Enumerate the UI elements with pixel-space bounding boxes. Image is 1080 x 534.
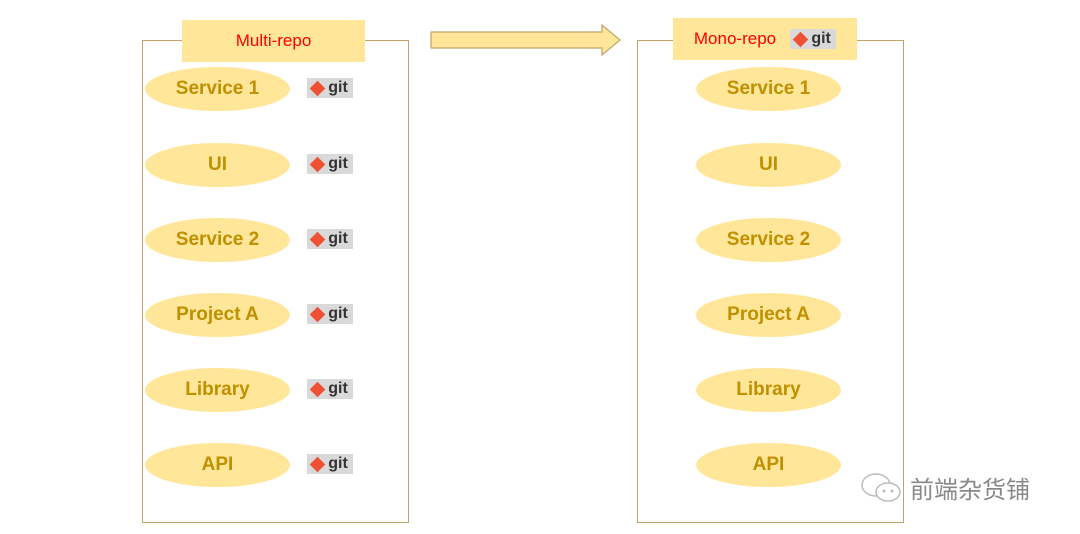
wechat-icon: [861, 472, 901, 502]
mono-repo-node: Service 1: [696, 67, 841, 111]
multi-repo-node: Service 1: [145, 67, 290, 111]
git-label: git: [328, 230, 348, 247]
node-label: UI: [759, 154, 778, 175]
node-label: UI: [208, 154, 227, 175]
node-label: Service 1: [726, 78, 811, 99]
git-label: git: [328, 305, 348, 322]
arrow-icon: [430, 24, 621, 56]
node-label: Library: [736, 379, 801, 400]
git-label: git: [328, 380, 348, 397]
node-label: Project A: [727, 304, 810, 325]
multi-repo-node: Library: [145, 368, 290, 412]
git-logo-icon: git: [307, 229, 353, 249]
mono-repo-node: API: [696, 443, 841, 487]
git-logo-icon: git: [307, 78, 353, 98]
mono-repo-node: Library: [696, 368, 841, 412]
multi-repo-label: Multi-repo: [235, 31, 312, 50]
node-label: Library: [185, 379, 250, 400]
git-logo-icon: git: [307, 304, 353, 324]
node-label: API: [201, 454, 234, 475]
git-label: git: [328, 455, 348, 472]
multi-repo-title: Multi-repo: [182, 20, 365, 62]
mono-repo-node: Service 2: [696, 218, 841, 262]
git-label: git: [328, 79, 348, 96]
mono-repo-node: Project A: [696, 293, 841, 337]
git-logo-icon: git: [307, 154, 353, 174]
node-label: Service 2: [726, 229, 811, 250]
multi-repo-node: UI: [145, 143, 290, 187]
mono-repo-title: Mono-repo git: [673, 18, 857, 60]
watermark-text: 前端杂货铺: [910, 477, 1030, 504]
node-label: API: [752, 454, 785, 475]
git-logo-icon: git: [307, 379, 353, 399]
node-label: Service 2: [175, 229, 260, 250]
git-label: git: [328, 155, 348, 172]
git-logo-icon: git: [790, 29, 837, 49]
git-logo-icon: git: [307, 454, 353, 474]
mono-repo-node: UI: [696, 143, 841, 187]
multi-repo-node: API: [145, 443, 290, 487]
node-label: Service 1: [175, 78, 260, 99]
multi-repo-node: Service 2: [145, 218, 290, 262]
watermark: 前端杂货铺: [860, 470, 1030, 505]
mono-repo-label: Mono-repo: [693, 29, 777, 48]
multi-repo-node: Project A: [145, 293, 290, 337]
node-label: Project A: [176, 304, 259, 325]
